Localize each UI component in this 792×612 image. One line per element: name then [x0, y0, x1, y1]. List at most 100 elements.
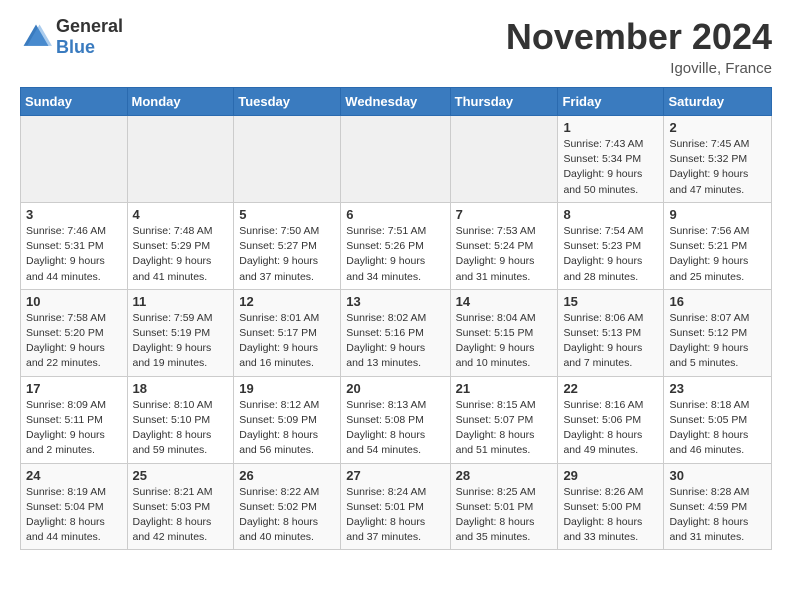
- day-number: 26: [239, 468, 335, 483]
- day-info: Sunrise: 7:43 AM Sunset: 5:34 PM Dayligh…: [563, 137, 658, 198]
- calendar-table: SundayMondayTuesdayWednesdayThursdayFrid…: [20, 87, 772, 550]
- day-number: 19: [239, 381, 335, 396]
- day-info: Sunrise: 8:28 AM Sunset: 4:59 PM Dayligh…: [669, 485, 766, 546]
- day-info: Sunrise: 8:13 AM Sunset: 5:08 PM Dayligh…: [346, 398, 444, 459]
- day-info: Sunrise: 7:58 AM Sunset: 5:20 PM Dayligh…: [26, 311, 122, 372]
- day-info: Sunrise: 7:50 AM Sunset: 5:27 PM Dayligh…: [239, 224, 335, 285]
- day-number: 11: [133, 294, 229, 309]
- header: General Blue November 2024 Igoville, Fra…: [20, 16, 772, 77]
- day-cell: 13Sunrise: 8:02 AM Sunset: 5:16 PM Dayli…: [341, 289, 450, 376]
- day-info: Sunrise: 8:09 AM Sunset: 5:11 PM Dayligh…: [26, 398, 122, 459]
- day-number: 6: [346, 207, 444, 222]
- day-info: Sunrise: 7:54 AM Sunset: 5:23 PM Dayligh…: [563, 224, 658, 285]
- day-number: 8: [563, 207, 658, 222]
- day-number: 28: [456, 468, 553, 483]
- logo: General Blue: [20, 16, 123, 58]
- day-number: 16: [669, 294, 766, 309]
- day-number: 9: [669, 207, 766, 222]
- col-header-saturday: Saturday: [664, 88, 772, 116]
- day-info: Sunrise: 7:59 AM Sunset: 5:19 PM Dayligh…: [133, 311, 229, 372]
- day-cell: [234, 116, 341, 203]
- day-number: 15: [563, 294, 658, 309]
- logo-text: General Blue: [56, 16, 123, 58]
- logo-general: General: [56, 16, 123, 37]
- day-info: Sunrise: 8:26 AM Sunset: 5:00 PM Dayligh…: [563, 485, 658, 546]
- header-row: SundayMondayTuesdayWednesdayThursdayFrid…: [21, 88, 772, 116]
- day-cell: 3Sunrise: 7:46 AM Sunset: 5:31 PM Daylig…: [21, 202, 128, 289]
- week-row-4: 17Sunrise: 8:09 AM Sunset: 5:11 PM Dayli…: [21, 376, 772, 463]
- day-info: Sunrise: 8:19 AM Sunset: 5:04 PM Dayligh…: [26, 485, 122, 546]
- day-cell: 29 Sunrise: 8:26 AM Sunset: 5:00 PM Dayli…: [558, 463, 664, 550]
- day-cell: 8 Sunrise: 7:54 AM Sunset: 5:23 PM Daylig…: [558, 202, 664, 289]
- day-cell: 25Sunrise: 8:21 AM Sunset: 5:03 PM Dayli…: [127, 463, 234, 550]
- day-cell: 18 Sunrise: 8:10 AM Sunset: 5:10 PM Dayli…: [127, 376, 234, 463]
- col-header-thursday: Thursday: [450, 88, 558, 116]
- day-cell: 16 Sunrise: 8:07 AM Sunset: 5:12 PM Dayli…: [664, 289, 772, 376]
- month-title: November 2024: [506, 16, 772, 58]
- day-number: 2: [669, 120, 766, 135]
- week-row-5: 24 Sunrise: 8:19 AM Sunset: 5:04 PM Dayli…: [21, 463, 772, 550]
- day-cell: [450, 116, 558, 203]
- day-info: Sunrise: 8:07 AM Sunset: 5:12 PM Dayligh…: [669, 311, 766, 372]
- day-cell: 5 Sunrise: 7:50 AM Sunset: 5:27 PM Daylig…: [234, 202, 341, 289]
- day-number: 5: [239, 207, 335, 222]
- day-number: 25: [133, 468, 229, 483]
- logo-blue: Blue: [56, 37, 123, 58]
- location: Igoville, France: [506, 60, 772, 77]
- day-info: Sunrise: 8:24 AM Sunset: 5:01 PM Dayligh…: [346, 485, 444, 546]
- week-row-3: 10Sunrise: 7:58 AM Sunset: 5:20 PM Dayli…: [21, 289, 772, 376]
- day-cell: 10Sunrise: 7:58 AM Sunset: 5:20 PM Dayli…: [21, 289, 128, 376]
- day-info: Sunrise: 7:45 AM Sunset: 5:32 PM Dayligh…: [669, 137, 766, 198]
- day-info: Sunrise: 7:51 AM Sunset: 5:26 PM Dayligh…: [346, 224, 444, 285]
- day-info: Sunrise: 8:04 AM Sunset: 5:15 PM Dayligh…: [456, 311, 553, 372]
- title-block: November 2024 Igoville, France: [506, 16, 772, 77]
- day-info: Sunrise: 8:10 AM Sunset: 5:10 PM Dayligh…: [133, 398, 229, 459]
- day-cell: 1 Sunrise: 7:43 AM Sunset: 5:34 PM Daylig…: [558, 116, 664, 203]
- week-row-2: 3Sunrise: 7:46 AM Sunset: 5:31 PM Daylig…: [21, 202, 772, 289]
- col-header-friday: Friday: [558, 88, 664, 116]
- day-cell: 30 Sunrise: 8:28 AM Sunset: 4:59 PM Dayli…: [664, 463, 772, 550]
- day-info: Sunrise: 8:16 AM Sunset: 5:06 PM Dayligh…: [563, 398, 658, 459]
- day-info: Sunrise: 8:25 AM Sunset: 5:01 PM Dayligh…: [456, 485, 553, 546]
- day-cell: 7Sunrise: 7:53 AM Sunset: 5:24 PM Daylig…: [450, 202, 558, 289]
- day-number: 24: [26, 468, 122, 483]
- day-cell: [127, 116, 234, 203]
- day-number: 29: [563, 468, 658, 483]
- day-number: 22: [563, 381, 658, 396]
- day-number: 20: [346, 381, 444, 396]
- day-number: 18: [133, 381, 229, 396]
- day-number: 23: [669, 381, 766, 396]
- day-info: Sunrise: 8:12 AM Sunset: 5:09 PM Dayligh…: [239, 398, 335, 459]
- day-info: Sunrise: 7:56 AM Sunset: 5:21 PM Dayligh…: [669, 224, 766, 285]
- col-header-sunday: Sunday: [21, 88, 128, 116]
- day-cell: 27 Sunrise: 8:24 AM Sunset: 5:01 PM Dayli…: [341, 463, 450, 550]
- day-cell: 26 Sunrise: 8:22 AM Sunset: 5:02 PM Dayli…: [234, 463, 341, 550]
- day-number: 7: [456, 207, 553, 222]
- day-info: Sunrise: 7:48 AM Sunset: 5:29 PM Dayligh…: [133, 224, 229, 285]
- day-info: Sunrise: 8:22 AM Sunset: 5:02 PM Dayligh…: [239, 485, 335, 546]
- day-info: Sunrise: 8:15 AM Sunset: 5:07 PM Dayligh…: [456, 398, 553, 459]
- day-cell: 19 Sunrise: 8:12 AM Sunset: 5:09 PM Dayli…: [234, 376, 341, 463]
- day-cell: 28 Sunrise: 8:25 AM Sunset: 5:01 PM Dayli…: [450, 463, 558, 550]
- logo-icon: [20, 21, 52, 53]
- day-cell: [341, 116, 450, 203]
- col-header-tuesday: Tuesday: [234, 88, 341, 116]
- day-cell: 15Sunrise: 8:06 AM Sunset: 5:13 PM Dayli…: [558, 289, 664, 376]
- day-cell: 6 Sunrise: 7:51 AM Sunset: 5:26 PM Daylig…: [341, 202, 450, 289]
- week-row-1: 1 Sunrise: 7:43 AM Sunset: 5:34 PM Daylig…: [21, 116, 772, 203]
- day-cell: 11 Sunrise: 7:59 AM Sunset: 5:19 PM Dayli…: [127, 289, 234, 376]
- day-info: Sunrise: 8:18 AM Sunset: 5:05 PM Dayligh…: [669, 398, 766, 459]
- day-number: 14: [456, 294, 553, 309]
- col-header-monday: Monday: [127, 88, 234, 116]
- day-number: 1: [563, 120, 658, 135]
- day-number: 27: [346, 468, 444, 483]
- day-cell: 2 Sunrise: 7:45 AM Sunset: 5:32 PM Daylig…: [664, 116, 772, 203]
- day-cell: 9 Sunrise: 7:56 AM Sunset: 5:21 PM Daylig…: [664, 202, 772, 289]
- day-cell: 23 Sunrise: 8:18 AM Sunset: 5:05 PM Dayli…: [664, 376, 772, 463]
- day-cell: 21 Sunrise: 8:15 AM Sunset: 5:07 PM Dayli…: [450, 376, 558, 463]
- day-number: 30: [669, 468, 766, 483]
- day-number: 13: [346, 294, 444, 309]
- day-number: 21: [456, 381, 553, 396]
- day-info: Sunrise: 7:46 AM Sunset: 5:31 PM Dayligh…: [26, 224, 122, 285]
- day-number: 4: [133, 207, 229, 222]
